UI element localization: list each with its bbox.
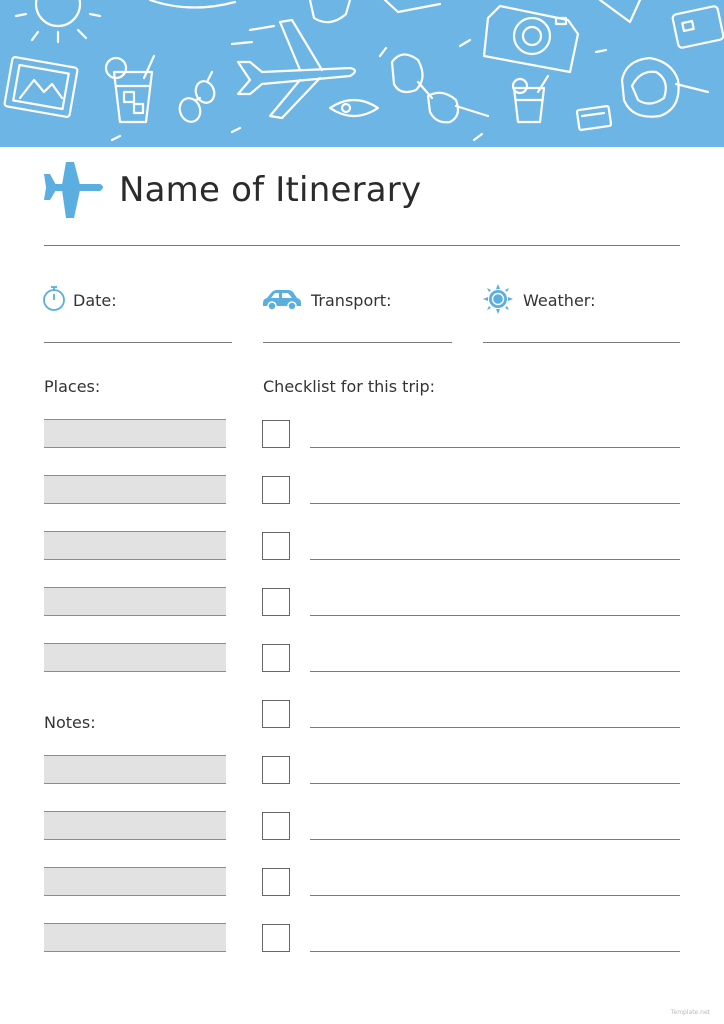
note-input[interactable] bbox=[44, 811, 226, 840]
transport-label: Transport: bbox=[311, 291, 392, 310]
stopwatch-icon bbox=[43, 286, 65, 311]
places-label: Places: bbox=[44, 377, 101, 396]
checklist-item-line[interactable] bbox=[310, 727, 680, 728]
checklist-checkbox[interactable] bbox=[262, 756, 290, 784]
place-input[interactable] bbox=[44, 419, 226, 448]
header-banner bbox=[0, 0, 724, 147]
checklist-item-line[interactable] bbox=[310, 895, 680, 896]
watermark: Template.net bbox=[670, 1009, 710, 1016]
car-icon bbox=[263, 290, 301, 311]
checklist-item-line[interactable] bbox=[310, 615, 680, 616]
place-input[interactable] bbox=[44, 643, 226, 672]
checklist-item-line[interactable] bbox=[310, 783, 680, 784]
checklist-checkbox[interactable] bbox=[262, 532, 290, 560]
title-divider bbox=[44, 245, 680, 246]
checklist-item-line[interactable] bbox=[310, 503, 680, 504]
itinerary-title[interactable]: Name of Itinerary bbox=[119, 170, 421, 210]
checklist-checkbox[interactable] bbox=[262, 868, 290, 896]
note-input[interactable] bbox=[44, 755, 226, 784]
date-field[interactable] bbox=[44, 342, 232, 343]
date-label: Date: bbox=[73, 291, 117, 310]
checklist-item-line[interactable] bbox=[310, 839, 680, 840]
weather-field[interactable] bbox=[483, 342, 680, 343]
travel-doodles-illustration bbox=[3, 0, 724, 142]
checklist-checkbox[interactable] bbox=[262, 476, 290, 504]
checklist-checkbox[interactable] bbox=[262, 644, 290, 672]
checklist-item-line[interactable] bbox=[310, 447, 680, 448]
place-input[interactable] bbox=[44, 531, 226, 560]
weather-label: Weather: bbox=[523, 291, 596, 310]
checklist-label: Checklist for this trip: bbox=[263, 377, 436, 396]
checklist-checkbox[interactable] bbox=[262, 700, 290, 728]
checklist-checkbox[interactable] bbox=[262, 924, 290, 952]
checklist-item-line[interactable] bbox=[310, 559, 680, 560]
airplane-icon bbox=[44, 162, 103, 218]
checklist-checkbox[interactable] bbox=[262, 588, 290, 616]
place-input[interactable] bbox=[44, 587, 226, 616]
checklist-item-line[interactable] bbox=[310, 951, 680, 952]
note-input[interactable] bbox=[44, 923, 226, 952]
sun-icon bbox=[483, 284, 513, 314]
note-input[interactable] bbox=[44, 867, 226, 896]
transport-field[interactable] bbox=[263, 342, 452, 343]
checklist-checkbox[interactable] bbox=[262, 812, 290, 840]
checklist-checkbox[interactable] bbox=[262, 420, 290, 448]
place-input[interactable] bbox=[44, 475, 226, 504]
notes-label: Notes: bbox=[44, 713, 96, 732]
checklist-item-line[interactable] bbox=[310, 671, 680, 672]
